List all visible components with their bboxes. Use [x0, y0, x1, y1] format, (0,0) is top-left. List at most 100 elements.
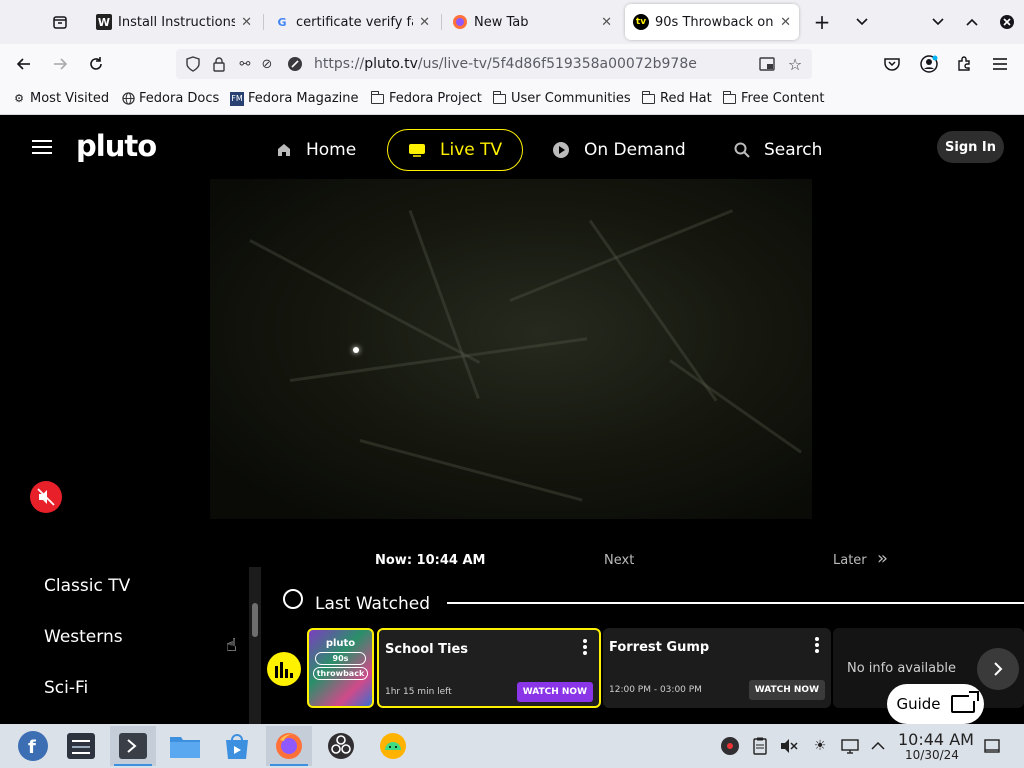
- permissions-icon[interactable]: ⚯: [236, 55, 254, 73]
- network-tray-icon[interactable]: [840, 736, 860, 756]
- bookmark-star-icon[interactable]: ☆: [786, 55, 804, 74]
- globe-icon: [121, 92, 135, 106]
- tab-close-icon[interactable]: ✕: [241, 15, 252, 30]
- bookmark-fedora-docs[interactable]: Fedora Docs: [121, 91, 219, 106]
- category-scrollbar[interactable]: [249, 567, 261, 724]
- nav-live-tv[interactable]: Live TV: [387, 129, 524, 171]
- menu-hamburger-icon[interactable]: [988, 52, 1012, 76]
- nav-on-demand[interactable]: On Demand: [532, 129, 706, 171]
- window-maximize-icon[interactable]: [960, 10, 984, 34]
- firefox-app-icon[interactable]: [266, 726, 312, 766]
- list-tabs-chevron-icon[interactable]: [850, 10, 874, 34]
- gear-icon: ⚙: [14, 92, 24, 105]
- nav-home-label: Home: [306, 140, 357, 160]
- guide-button[interactable]: Guide: [887, 684, 984, 724]
- timeline-forward-icon[interactable]: »: [877, 548, 888, 569]
- volume-muted-tray-icon[interactable]: [779, 736, 799, 756]
- settings-app-icon[interactable]: [58, 726, 104, 766]
- extensions-icon[interactable]: [952, 52, 976, 76]
- more-options-icon[interactable]: [583, 639, 587, 657]
- more-options-icon[interactable]: [815, 637, 819, 655]
- fedora-start-icon[interactable]: f: [10, 726, 56, 766]
- tray-expand-chevron-icon[interactable]: [868, 736, 888, 756]
- program-card-next[interactable]: Forrest Gump 12:00 PM - 03:00 PM WATCH N…: [603, 628, 831, 708]
- window-minimize-icon[interactable]: [926, 10, 950, 34]
- forward-arrow-icon[interactable]: [48, 52, 72, 76]
- account-icon[interactable]: [917, 52, 941, 76]
- tab-close-icon[interactable]: ✕: [601, 15, 612, 30]
- software-store-icon[interactable]: [214, 726, 260, 766]
- shield-icon[interactable]: [184, 55, 202, 73]
- unmute-button[interactable]: [30, 481, 62, 513]
- bookmark-most-visited[interactable]: ⚙ Most Visited: [12, 91, 109, 106]
- last-watched-title: Last Watched: [315, 594, 430, 614]
- tab-overview-icon[interactable]: [48, 10, 72, 34]
- bookmark-label: Fedora Docs: [139, 91, 220, 106]
- tab-90s-throwback[interactable]: tv 90s Throwback on P ✕: [625, 4, 799, 40]
- w-favicon-icon: W: [96, 14, 112, 30]
- tab-certificate[interactable]: G certificate verify fai ✕: [266, 4, 438, 40]
- obs-tray-icon[interactable]: [720, 736, 740, 756]
- folder-icon: [370, 90, 384, 104]
- new-tab-icon[interactable]: +: [810, 10, 834, 34]
- tab-close-icon[interactable]: ✕: [780, 15, 791, 30]
- tab-close-icon[interactable]: ✕: [419, 15, 430, 30]
- chevron-right-icon: [994, 662, 1003, 676]
- android-app-icon[interactable]: [370, 726, 416, 766]
- bookmark-label: Free Content: [741, 91, 825, 106]
- sidebar-menu-icon[interactable]: [32, 140, 52, 154]
- bookmark-free-content[interactable]: Free Content: [722, 90, 825, 106]
- watch-now-button[interactable]: WATCH NOW: [516, 682, 593, 702]
- tab-strip: W Install Instructions ✕ G certificate v…: [0, 0, 1024, 44]
- clock-date[interactable]: 10/30/24: [905, 748, 959, 762]
- files-app-icon[interactable]: [162, 726, 208, 766]
- pluto-logo[interactable]: pluto: [76, 129, 157, 163]
- clock-time[interactable]: 10:44 AM: [898, 730, 974, 749]
- watch-now-button[interactable]: WATCH NOW: [748, 680, 825, 700]
- category-sci-fi[interactable]: Sci-Fi: [44, 678, 88, 698]
- nav-live-tv-label: Live TV: [440, 140, 503, 160]
- firefox-favicon-icon: [452, 14, 468, 30]
- url-bar[interactable]: ⚯ ⊘ https://pluto.tv/us/live-tv/5f4d86f5…: [176, 49, 812, 79]
- channel-bars-icon[interactable]: [267, 652, 301, 686]
- nav-search[interactable]: Search: [714, 129, 842, 171]
- bookmarks-toolbar: ⚙ Most Visited Fedora Docs FM Fedora Magaz…: [0, 84, 1024, 115]
- site-info-icon[interactable]: [286, 55, 304, 73]
- guide-label: Guide: [896, 695, 941, 713]
- tv-icon: [408, 143, 426, 157]
- timeline-later: Later: [833, 553, 867, 568]
- video-player[interactable]: [210, 179, 812, 519]
- bookmark-fedora-magazine[interactable]: FM Fedora Magazine: [230, 91, 359, 106]
- scroll-right-button[interactable]: [977, 648, 1019, 690]
- channel-thumbnail[interactable]: pluto 90s throwback: [307, 628, 374, 708]
- program-card-current[interactable]: School Ties 1hr 15 min left WATCH NOW: [377, 628, 601, 708]
- bookmark-red-hat[interactable]: Red Hat: [641, 90, 712, 106]
- pocket-icon[interactable]: [880, 52, 904, 76]
- show-desktop-icon[interactable]: [982, 736, 1002, 756]
- nav-search-label: Search: [764, 140, 823, 160]
- tab-install-instructions[interactable]: W Install Instructions ✕: [88, 4, 260, 40]
- sign-in-button[interactable]: Sign In: [937, 131, 1004, 163]
- program-title: Forrest Gump: [609, 640, 710, 655]
- bookmark-user-communities[interactable]: User Communities: [492, 90, 631, 106]
- window-close-icon[interactable]: [995, 10, 1019, 34]
- picture-in-picture-icon[interactable]: [758, 55, 776, 73]
- nav-on-demand-label: On Demand: [584, 140, 686, 160]
- category-westerns[interactable]: Westerns: [44, 627, 123, 647]
- clipboard-tray-icon[interactable]: [750, 736, 770, 756]
- obs-app-icon[interactable]: [318, 726, 364, 766]
- reload-icon[interactable]: [84, 52, 108, 76]
- category-classic-tv[interactable]: Classic TV: [44, 576, 130, 596]
- bookmark-fedora-project[interactable]: Fedora Project: [370, 90, 482, 106]
- url-text[interactable]: https://pluto.tv/us/live-tv/5f4d86f51935…: [314, 56, 697, 72]
- brightness-tray-icon[interactable]: ☀: [810, 736, 830, 756]
- autoplay-blocked-icon[interactable]: ⊘: [258, 55, 276, 73]
- pluto-app: pluto Home Live TV On Demand Search Sign…: [0, 115, 1024, 724]
- category-scrollbar-thumb[interactable]: [252, 603, 258, 637]
- nav-home[interactable]: Home: [256, 129, 376, 171]
- tab-new-tab[interactable]: New Tab ✕: [444, 4, 620, 40]
- back-arrow-icon[interactable]: [12, 52, 36, 76]
- lock-icon[interactable]: [210, 55, 228, 73]
- program-time: 12:00 PM - 03:00 PM: [609, 685, 702, 695]
- terminal-app-icon[interactable]: [110, 726, 156, 766]
